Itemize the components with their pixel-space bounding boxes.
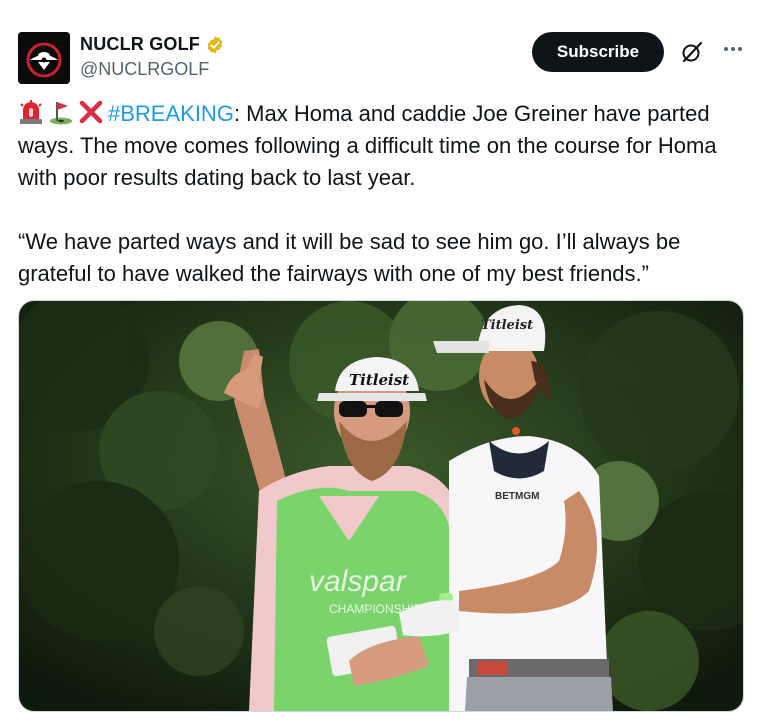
tweet-photo[interactable]: valspar CHAMPIONSHIP Titleist BETMGM Tit… [18, 300, 744, 712]
tweet-text: #BREAKING: Max Homa and caddie Joe Grein… [18, 98, 753, 290]
golf-photo: valspar CHAMPIONSHIP Titleist BETMGM Tit… [19, 301, 743, 711]
author-block: NUCLR GOLF @NUCLRGOLF [80, 34, 225, 80]
verified-badge-icon[interactable] [205, 35, 225, 55]
tweet-paragraph: #BREAKING: Max Homa and caddie Joe Grein… [18, 98, 753, 194]
nuclr-logo-icon [18, 32, 70, 84]
hashtag-link[interactable]: #BREAKING [108, 101, 234, 126]
avatar[interactable] [18, 32, 70, 84]
siren-emoji [20, 100, 42, 124]
display-name-row[interactable]: NUCLR GOLF [80, 34, 225, 55]
cross-mark-emoji [79, 100, 103, 124]
tweet-header: NUCLR GOLF @NUCLRGOLF Subscribe [18, 28, 753, 84]
shirt-text: BETMGM [495, 491, 539, 502]
tweet-quote: “We have parted ways and it will be sad … [18, 229, 681, 286]
display-name[interactable]: NUCLR GOLF [80, 34, 200, 55]
subscribe-button[interactable]: Subscribe [532, 32, 664, 72]
grok-icon[interactable] [680, 40, 704, 64]
golf-flag-emoji [50, 102, 72, 125]
caddie-cap-text: Titleist [349, 371, 409, 389]
player-cap-text: Titleist [481, 318, 533, 333]
vest-text: valspar [309, 565, 407, 598]
handle[interactable]: @NUCLRGOLF [80, 59, 225, 80]
more-icon[interactable] [718, 34, 748, 64]
